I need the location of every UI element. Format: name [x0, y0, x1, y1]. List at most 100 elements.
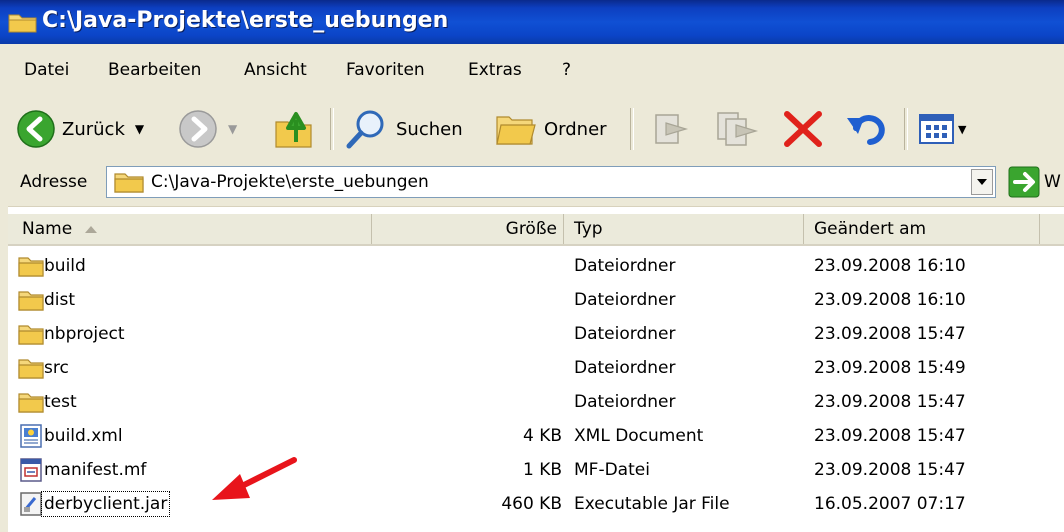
column-header-size[interactable]: Größe [372, 214, 564, 244]
file-type: Executable Jar File [574, 494, 730, 514]
file-modified: 23.09.2008 16:10 [814, 256, 966, 276]
list-item[interactable]: dist Dateiordner 23.09.2008 16:10 [8, 284, 1064, 318]
list-item[interactable]: derbyclient.jar 460 KB Executable Jar Fi… [8, 488, 1064, 522]
file-size: 1 KB [522, 460, 562, 480]
menu-favoriten[interactable]: Favoriten [346, 60, 425, 80]
views-dropdown-icon[interactable]: ▼ [958, 123, 966, 136]
forward-dropdown-icon[interactable]: ▼ [228, 122, 237, 136]
move-to-icon [655, 114, 689, 144]
file-name: nbproject [44, 324, 125, 344]
menu-help[interactable]: ? [562, 60, 571, 80]
folder-icon [114, 173, 144, 193]
file-name: test [44, 392, 77, 412]
file-modified: 23.09.2008 15:49 [814, 358, 966, 378]
back-label: Zurück [62, 118, 125, 140]
jar-file-icon [20, 492, 42, 516]
file-name: derbyclient.jar [40, 491, 171, 517]
back-dropdown-icon[interactable]: ▼ [135, 122, 144, 136]
up-folder-button[interactable] [272, 106, 316, 152]
file-name: build.xml [44, 426, 123, 446]
file-modified: 23.09.2008 15:47 [814, 426, 966, 446]
file-type: MF-Datei [574, 460, 650, 480]
address-field[interactable]: C:\Java-Projekte\erste_uebungen [106, 166, 996, 198]
file-name: src [44, 358, 69, 378]
menu-datei[interactable]: Datei [24, 60, 69, 80]
address-dropdown-button[interactable] [971, 169, 993, 195]
list-item[interactable]: src Dateiordner 23.09.2008 15:49 [8, 352, 1064, 386]
file-type: XML Document [574, 426, 704, 446]
folder-icon [8, 14, 37, 33]
list-item[interactable]: test Dateiordner 23.09.2008 15:47 [8, 386, 1064, 420]
file-type: Dateiordner [574, 358, 676, 378]
xml-file-icon [20, 424, 42, 448]
toolbar-separator [904, 108, 908, 150]
folders-button[interactable]: Ordner [494, 106, 607, 152]
menu-bearbeiten[interactable]: Bearbeiten [108, 60, 201, 80]
forward-arrow-icon [179, 110, 217, 148]
copy-to-icon [717, 112, 759, 146]
file-type: Dateiordner [574, 290, 676, 310]
back-arrow-icon [17, 110, 55, 148]
file-type: Dateiordner [574, 256, 676, 276]
file-name: manifest.mf [44, 460, 147, 480]
folder-icon [18, 257, 44, 277]
file-modified: 23.09.2008 16:10 [814, 290, 966, 310]
folders-label: Ordner [544, 118, 607, 140]
column-header-type-label: Typ [574, 219, 603, 239]
back-button[interactable]: Zurück ▼ [16, 106, 144, 152]
up-folder-icon [275, 112, 312, 148]
list-item[interactable]: build.xml 4 KB XML Document 23.09.2008 1… [8, 420, 1064, 454]
folders-icon [496, 116, 536, 145]
list-item[interactable]: nbproject Dateiordner 23.09.2008 15:47 [8, 318, 1064, 352]
column-header-name[interactable]: Name [8, 214, 372, 244]
list-item[interactable]: build Dateiordner 23.09.2008 16:10 [8, 250, 1064, 284]
toolbar-separator [330, 108, 334, 150]
copy-to-button[interactable] [712, 106, 760, 152]
column-header-name-label: Name [22, 219, 73, 239]
search-icon [346, 110, 384, 149]
file-size: 4 KB [522, 426, 562, 446]
file-modified: 23.09.2008 15:47 [814, 324, 966, 344]
file-name: dist [44, 290, 76, 310]
folder-icon [18, 393, 44, 413]
move-to-button[interactable] [648, 106, 692, 152]
mf-file-icon [20, 458, 42, 482]
address-value: C:\Java-Projekte\erste_uebungen [151, 172, 429, 192]
undo-button[interactable] [844, 106, 890, 152]
address-label: Adresse [20, 172, 88, 192]
go-arrow-icon[interactable] [1008, 166, 1040, 198]
file-modified: 16.05.2007 07:17 [814, 494, 966, 514]
column-header-modified-label: Geändert am [814, 219, 927, 239]
file-type: Dateiordner [574, 324, 676, 344]
search-label: Suchen [396, 118, 463, 140]
sort-ascending-icon [85, 226, 98, 233]
forward-button[interactable]: ▼ [178, 106, 237, 152]
menu-extras[interactable]: Extras [468, 60, 522, 80]
delete-x-icon [784, 111, 822, 147]
window-frame [0, 206, 8, 532]
window-title: C:\Java-Projekte\erste_uebungen [42, 8, 449, 33]
undo-icon [847, 115, 885, 145]
folder-icon [18, 325, 44, 345]
menu-ansicht[interactable]: Ansicht [244, 60, 307, 80]
views-button[interactable]: ▼ [918, 106, 966, 152]
list-item[interactable]: manifest.mf 1 KB MF-Datei 23.09.2008 15:… [8, 454, 1064, 488]
file-list-header: Name Größe Typ Geändert am [8, 214, 1064, 246]
address-bar: Adresse C:\Java-Projekte\erste_uebungen … [0, 158, 1064, 207]
file-modified: 23.09.2008 15:47 [814, 460, 966, 480]
file-size: 460 KB [501, 494, 562, 514]
folder-icon [18, 359, 44, 379]
column-header-type[interactable]: Typ [564, 214, 804, 244]
menu-bar: Datei Bearbeiten Ansicht Favoriten Extra… [0, 44, 1064, 101]
go-label: W [1044, 172, 1061, 192]
title-bar: C:\Java-Projekte\erste_uebungen [0, 0, 1064, 44]
column-header-modified[interactable]: Geändert am [804, 214, 1040, 244]
toolbar-separator [630, 108, 634, 150]
views-icon [919, 114, 954, 144]
file-modified: 23.09.2008 15:47 [814, 392, 966, 412]
file-name: build [44, 256, 86, 276]
delete-button[interactable] [780, 106, 826, 152]
chevron-down-icon [977, 179, 987, 185]
search-button[interactable]: Suchen [344, 106, 463, 152]
toolbar: Zurück ▼ ▼ Suchen Ordner ▼ [0, 100, 1064, 159]
